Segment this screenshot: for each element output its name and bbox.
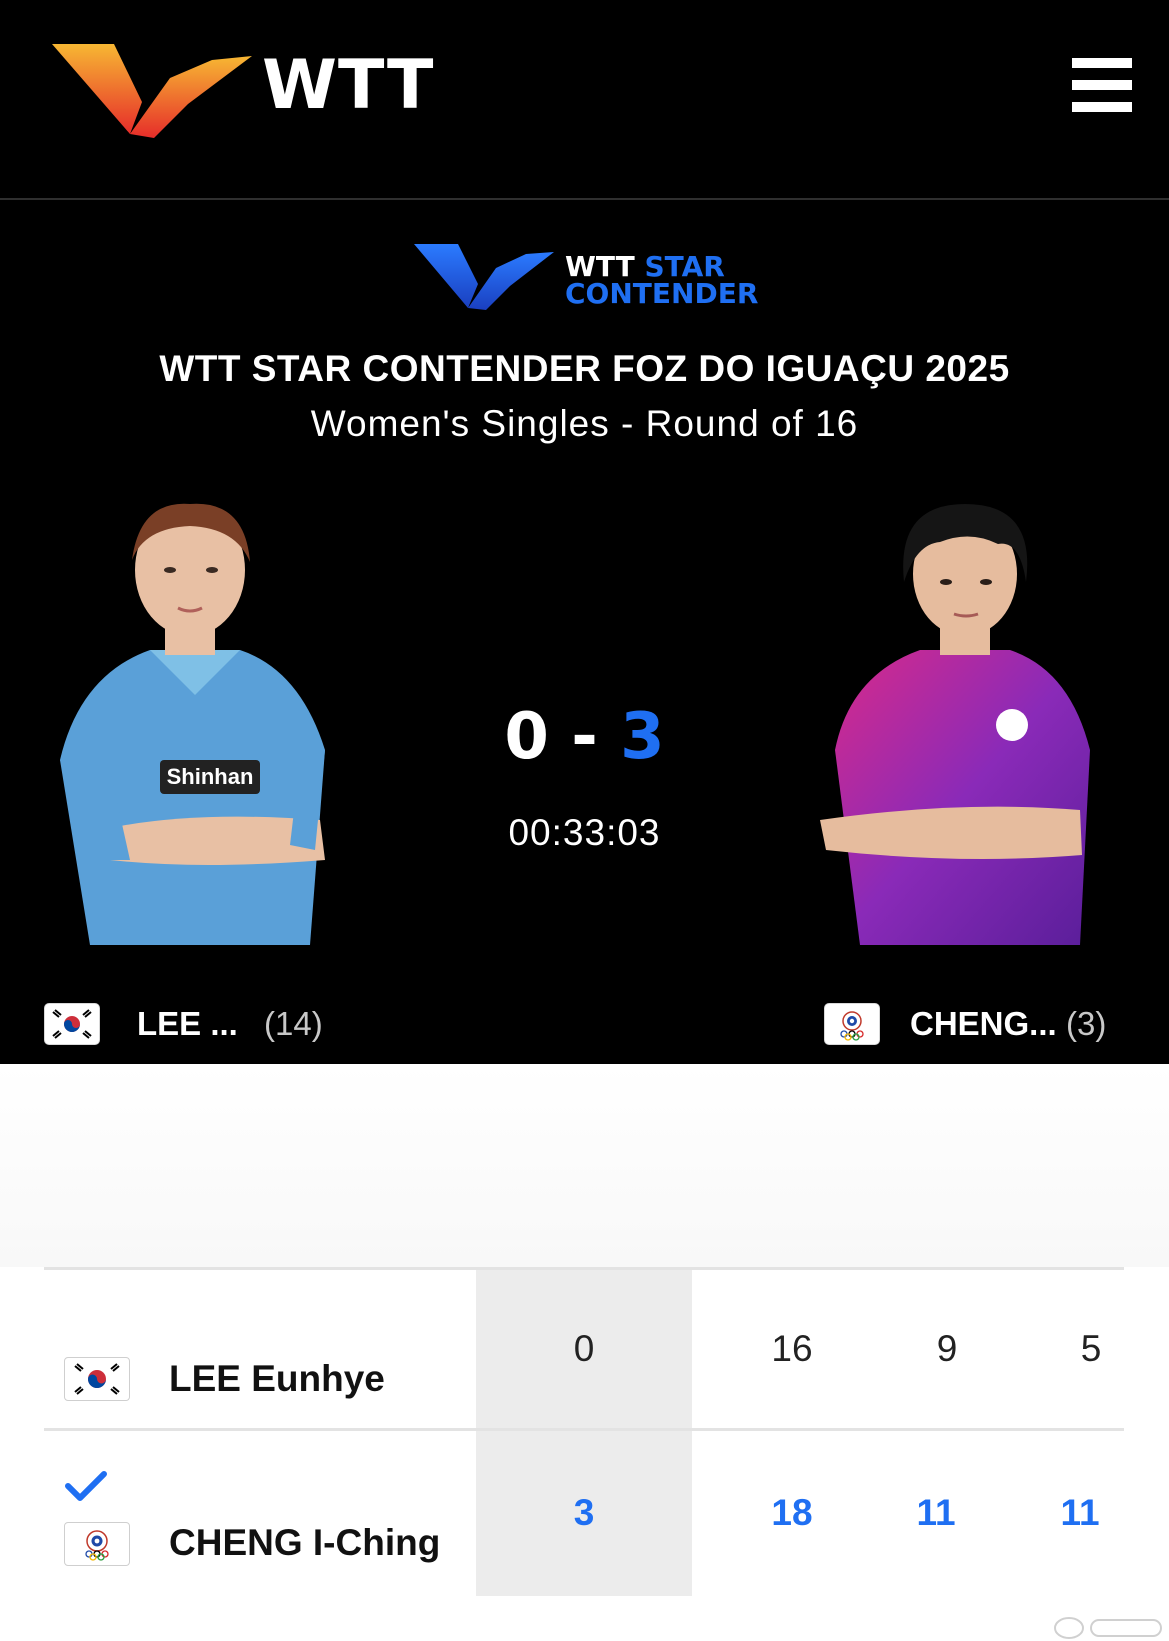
- score-separator: -: [571, 700, 598, 774]
- score-player1: 0: [504, 700, 549, 774]
- star-contender-logo-icon: [414, 244, 554, 310]
- wtt-logo-text[interactable]: WTT: [262, 52, 434, 120]
- player2-short-name[interactable]: CHENG...: [910, 1005, 1057, 1043]
- player1-full-name: LEE Eunhye: [169, 1358, 385, 1399]
- table-divider: [44, 1267, 1124, 1270]
- player1-game2-score: 9: [936, 1328, 958, 1369]
- match-hero: WTT STAR CONTENDER WTT STAR CONTENDER FO…: [0, 200, 1169, 1064]
- event-title: WTT STAR CONTENDER FOZ DO IGUAÇU 2025: [159, 348, 1010, 389]
- event-round: Women's Singles - Round of 16: [310, 403, 859, 444]
- player2-seed: (3): [1066, 1005, 1107, 1042]
- score-player2: 3: [620, 700, 665, 774]
- player1-short-name[interactable]: LEE ...: [137, 1005, 238, 1043]
- player1-game1-score: 16: [771, 1328, 813, 1369]
- chinese-taipei-flag-icon: [64, 1522, 130, 1566]
- player2-games-won: 3: [573, 1492, 595, 1533]
- player1-game3-score: 5: [1080, 1328, 1102, 1369]
- match-score: 0 - 3: [0, 700, 1169, 774]
- korea-flag-icon: [64, 1357, 130, 1401]
- player2-game2-score: 11: [916, 1492, 956, 1533]
- player2-full-name: CHENG I-Ching: [169, 1522, 441, 1563]
- star-contender-logo-text: WTT STAR CONTENDER: [565, 250, 759, 310]
- watermark-icon: [1054, 1617, 1162, 1639]
- top-nav: WTT: [0, 0, 1169, 200]
- hamburger-menu-icon[interactable]: [1072, 58, 1132, 112]
- player1-games-won: 0: [573, 1328, 595, 1369]
- games-won-column: [476, 1270, 692, 1596]
- wtt-logo-icon[interactable]: [52, 42, 252, 142]
- match-elapsed-time: 00:33:03: [508, 812, 661, 853]
- korea-flag-icon: [44, 1003, 100, 1045]
- table-divider: [44, 1428, 1124, 1431]
- player2-game1-score: 18: [771, 1492, 813, 1533]
- chinese-taipei-flag-icon: [824, 1003, 880, 1045]
- player2-game3-score: 11: [1060, 1492, 1100, 1533]
- section-gap: [0, 1064, 1169, 1267]
- winner-check-icon: [65, 1471, 107, 1501]
- player1-seed: (14): [264, 1005, 323, 1042]
